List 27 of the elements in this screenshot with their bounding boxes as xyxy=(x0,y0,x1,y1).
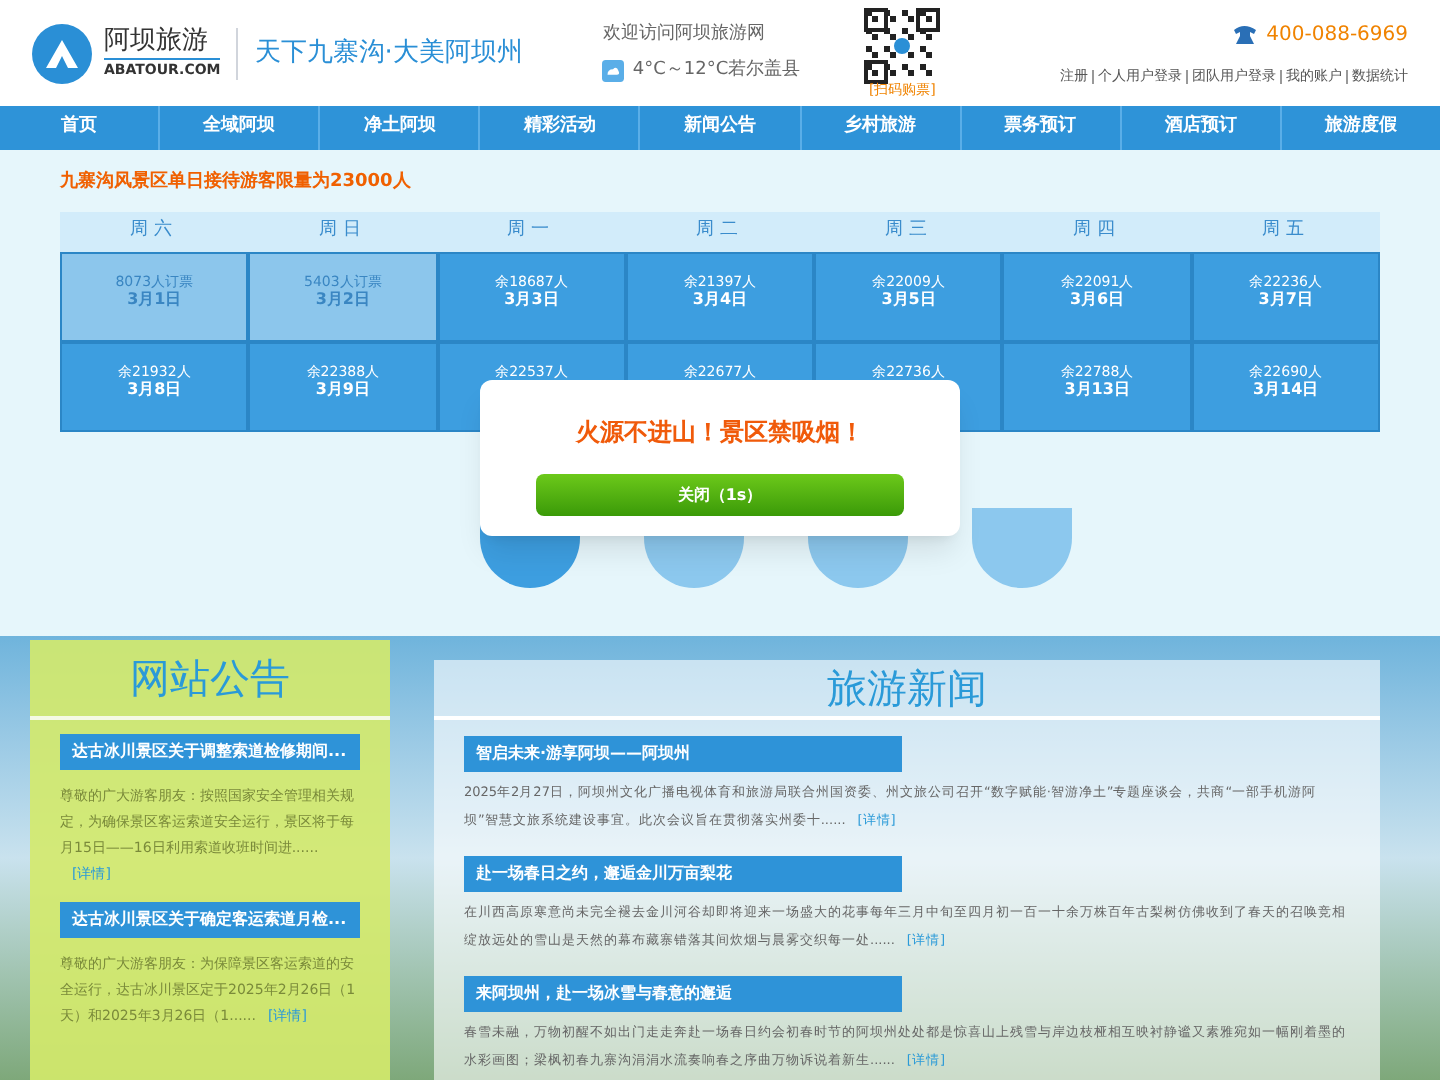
weekday-header: 周四 xyxy=(1002,211,1192,251)
notice-text: 九寨沟风景区单日接待游客限量为23000人 xyxy=(60,170,413,196)
weekday-header: 周六 xyxy=(60,211,249,251)
popup-message: 火源不进山！景区禁吸烟！ xyxy=(576,416,864,450)
date-label: 3月14日 xyxy=(1252,380,1319,401)
slogan: 天下九寨沟·大美阿坝州 xyxy=(236,27,523,79)
phone-number: 400-088-6969 xyxy=(1266,21,1408,50)
date-label: 3月8日 xyxy=(127,380,182,401)
weekday-header: 周日 xyxy=(248,211,438,251)
weekday-header: 周五 xyxy=(1191,211,1380,251)
date-label: 3月5日 xyxy=(881,290,936,311)
announcement-title: 网站公告 xyxy=(30,640,390,720)
date-label: 3月4日 xyxy=(692,290,748,311)
date-label: 3月13日 xyxy=(1064,380,1130,401)
weekday-header: 周二 xyxy=(625,211,815,251)
date-label: 3月3日 xyxy=(504,290,559,311)
logo-name: 阿坝旅游 xyxy=(104,28,210,54)
date-label: 3月2日 xyxy=(315,290,370,311)
date-label: 3月1日 xyxy=(127,290,182,311)
weekday-header: 周一 xyxy=(437,211,626,251)
welcome-text: 欢迎访问阿坝旅游网 xyxy=(602,22,767,48)
news-title: 旅游新闻 xyxy=(434,660,1380,720)
weekday-header: 周三 xyxy=(814,211,1003,251)
date-label: 3月6日 xyxy=(1069,290,1125,311)
weather-text: 4°C～12°C若尔盖县 xyxy=(632,57,801,83)
date-label: 3月9日 xyxy=(315,380,370,401)
date-label: 3月7日 xyxy=(1258,290,1313,311)
